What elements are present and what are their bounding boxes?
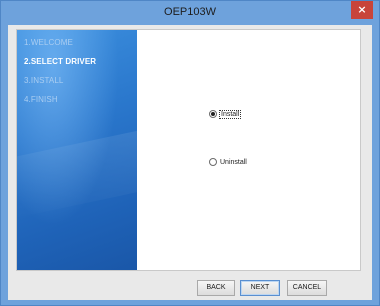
install-option[interactable]: Install — [209, 109, 242, 119]
uninstall-label: Uninstall — [220, 158, 247, 166]
step-install: 3.INSTALL — [24, 76, 64, 85]
step-welcome: 1.WELCOME — [24, 38, 73, 47]
cancel-button[interactable]: CANCEL — [287, 280, 327, 296]
step-finish: 4.FINISH — [24, 95, 58, 104]
close-icon: × — [357, 3, 367, 16]
step-select-driver: 2.SELECT DRIVER — [24, 57, 97, 66]
install-radio[interactable] — [209, 110, 217, 118]
window-title: OEP103W — [164, 6, 216, 18]
install-label: Install — [218, 109, 242, 119]
close-button[interactable]: × — [351, 1, 373, 19]
client-area: 1.WELCOME 2.SELECT DRIVER 3.INSTALL 4.FI… — [8, 25, 372, 300]
content-frame: 1.WELCOME 2.SELECT DRIVER 3.INSTALL 4.FI… — [16, 29, 361, 271]
title-bar[interactable]: OEP103W × — [1, 1, 379, 25]
next-button[interactable]: NEXT — [240, 280, 280, 296]
uninstall-radio[interactable] — [209, 158, 217, 166]
back-button[interactable]: BACK — [197, 280, 235, 296]
installer-window: OEP103W × 1.WELCOME 2.SELECT DRIVER 3.IN… — [0, 0, 380, 306]
steps-sidebar: 1.WELCOME 2.SELECT DRIVER 3.INSTALL 4.FI… — [17, 30, 137, 270]
uninstall-option[interactable]: Uninstall — [209, 158, 247, 166]
